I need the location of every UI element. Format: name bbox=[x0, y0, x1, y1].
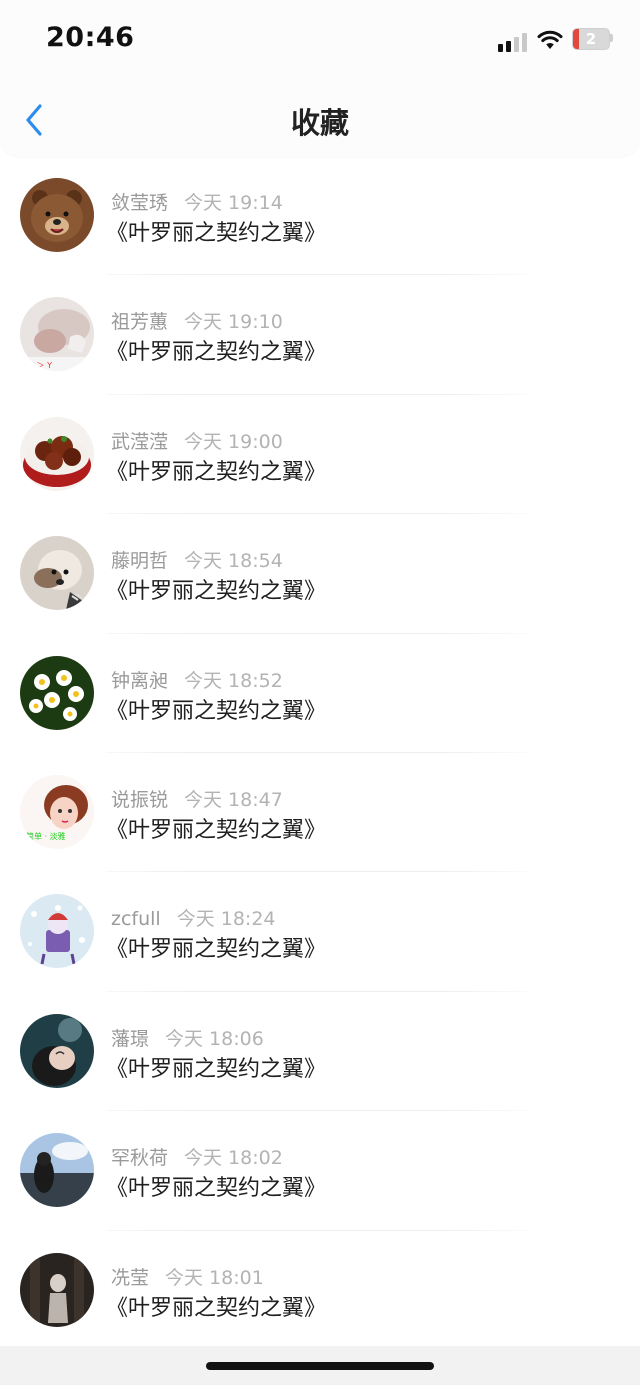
home-indicator[interactable] bbox=[206, 1362, 434, 1370]
favorites-list: 敛莹琇 今天 19:14 《叶罗丽之契约之翼》 恋 ＞ Y 祖芳蕙 今天 19:10… bbox=[0, 156, 640, 1350]
svg-text:简单 · 淡雅: 简单 · 淡雅 bbox=[26, 831, 66, 841]
avatar[interactable] bbox=[20, 178, 94, 252]
status-time: 20:46 bbox=[46, 22, 135, 53]
battery-level: 2 bbox=[585, 30, 597, 48]
battery-icon: 2 bbox=[572, 28, 610, 50]
item-meta: 罕秋荷 今天 18:02 bbox=[111, 1143, 283, 1169]
page-title: 收藏 bbox=[290, 106, 349, 140]
item-meta: 藤明哲 今天 18:54 bbox=[111, 546, 283, 572]
avatar[interactable] bbox=[20, 416, 94, 491]
item-title: 《叶罗丽之契约之翼》 bbox=[106, 579, 327, 605]
user-name: 冼莹 bbox=[111, 1266, 150, 1289]
item-meta: 钟离昶 今天 18:52 bbox=[111, 666, 283, 692]
item-meta: 武滢滢 今天 19:00 bbox=[111, 427, 283, 453]
timestamp: 今天 18:06 bbox=[165, 1027, 264, 1050]
user-name: 说振锐 bbox=[111, 788, 169, 811]
timestamp: 今天 19:14 bbox=[184, 192, 283, 214]
list-item[interactable]: 武滢滢 今天 19:00 《叶罗丽之契约之翼》 bbox=[0, 395, 640, 515]
avatar[interactable] bbox=[20, 1133, 94, 1208]
item-meta: 敛莹琇 今天 19:14 bbox=[111, 188, 283, 214]
item-title: 《叶罗丽之契约之翼》 bbox=[106, 221, 327, 246]
item-title: 《叶罗丽之契约之翼》 bbox=[106, 698, 327, 724]
user-name: 祖芳蕙 bbox=[111, 311, 169, 334]
item-meta: 祖芳蕙 今天 19:10 bbox=[111, 307, 283, 333]
item-title: 《叶罗丽之契约之翼》 bbox=[106, 459, 327, 485]
timestamp: 今天 18:52 bbox=[184, 669, 283, 692]
timestamp: 今天 19:10 bbox=[184, 311, 283, 334]
user-name: zcfull bbox=[111, 908, 161, 931]
avatar[interactable] bbox=[20, 894, 94, 969]
header: 20:46 2 收藏 bbox=[0, 0, 640, 156]
wifi-icon bbox=[537, 30, 563, 49]
user-name: 藤明哲 bbox=[111, 550, 169, 573]
list-item[interactable]: zcfull 今天 18:24 《叶罗丽之契约之翼》 bbox=[0, 872, 640, 992]
list-item[interactable]: 恋 ＞ Y 祖芳蕙 今天 19:10 《叶罗丽之契约之翼》 bbox=[0, 275, 640, 395]
timestamp: 今天 18:01 bbox=[165, 1266, 264, 1289]
item-title: 《叶罗丽之契约之翼》 bbox=[106, 1056, 327, 1082]
cellular-signal-icon bbox=[498, 32, 528, 52]
user-name: 藩璟 bbox=[111, 1027, 150, 1050]
list-item[interactable]: 罕秋荷 今天 18:02 《叶罗丽之契约之翼》 bbox=[0, 1111, 640, 1231]
item-title: 《叶罗丽之契约之翼》 bbox=[106, 817, 327, 843]
svg-text:恋 ＞ Y: 恋 ＞ Y bbox=[26, 360, 52, 370]
user-name: 钟离昶 bbox=[111, 669, 169, 692]
timestamp: 今天 18:47 bbox=[184, 788, 283, 811]
item-meta: 冼莹 今天 18:01 bbox=[111, 1263, 264, 1289]
item-meta: 藩璟 今天 18:06 bbox=[111, 1024, 264, 1050]
list-item[interactable]: 藤明哲 今天 18:54 《叶罗丽之契约之翼》 bbox=[0, 514, 640, 634]
item-title: 《叶罗丽之契约之翼》 bbox=[106, 1176, 327, 1202]
list-item[interactable]: 简单 · 淡雅 说振锐 今天 18:47 《叶罗丽之契约之翼》 bbox=[0, 753, 640, 873]
item-meta: 说振锐 今天 18:47 bbox=[111, 785, 283, 811]
item-title: 《叶罗丽之契约之翼》 bbox=[106, 340, 327, 366]
item-title: 《叶罗丽之契约之翼》 bbox=[106, 1295, 327, 1321]
item-title: 《叶罗丽之契约之翼》 bbox=[106, 937, 327, 963]
avatar[interactable]: 简单 · 淡雅 bbox=[20, 774, 94, 849]
timestamp: 今天 18:24 bbox=[176, 908, 276, 931]
list-item[interactable]: 钟离昶 今天 18:52 《叶罗丽之契约之翼》 bbox=[0, 634, 640, 753]
user-name: 敛莹琇 bbox=[111, 192, 169, 214]
user-name: 罕秋荷 bbox=[111, 1147, 169, 1170]
timestamp: 今天 19:00 bbox=[184, 430, 283, 453]
list-item[interactable]: 藩璟 今天 18:06 《叶罗丽之契约之翼》 bbox=[0, 992, 640, 1112]
list-item[interactable]: 冼莹 今天 18:01 《叶罗丽之契约之翼》 bbox=[0, 1231, 640, 1350]
avatar[interactable] bbox=[20, 655, 94, 730]
avatar[interactable]: 恋 ＞ Y bbox=[20, 297, 94, 372]
screen: 20:46 2 收藏 敛莹琇 今天 19:14 《叶罗丽之契约之翼》 恋 ＞ Y… bbox=[0, 0, 640, 1385]
avatar[interactable] bbox=[20, 1013, 94, 1088]
list-item[interactable]: 敛莹琇 今天 19:14 《叶罗丽之契约之翼》 bbox=[0, 156, 640, 276]
avatar[interactable] bbox=[20, 1252, 94, 1327]
timestamp: 今天 18:54 bbox=[184, 550, 283, 573]
timestamp: 今天 18:02 bbox=[184, 1147, 283, 1170]
avatar[interactable] bbox=[20, 536, 94, 611]
battery-cap bbox=[610, 34, 613, 42]
item-meta: zcfull 今天 18:24 bbox=[111, 904, 276, 930]
user-name: 武滢滢 bbox=[111, 430, 169, 453]
